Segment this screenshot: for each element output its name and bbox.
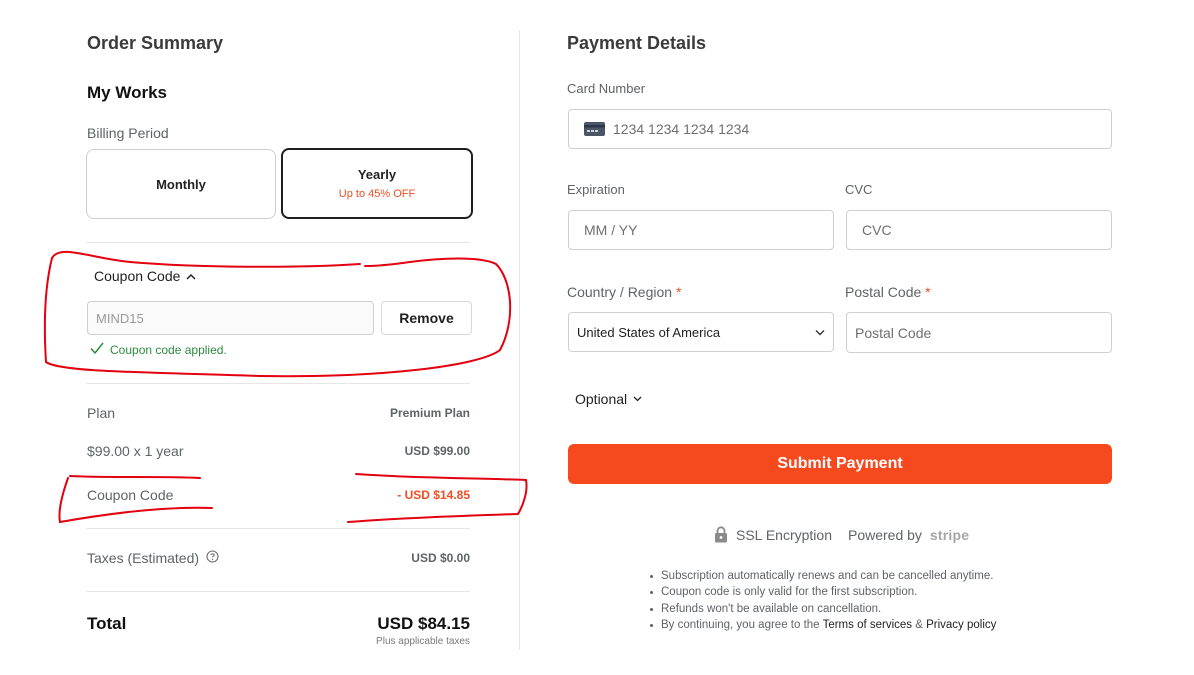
coupon-code-toggle-label: Coupon Code <box>94 268 181 284</box>
coupon-discount-value: - USD $14.85 <box>397 488 470 502</box>
postal-code-placeholder: Postal Code <box>855 324 932 341</box>
coupon-code-input[interactable] <box>87 301 374 335</box>
postal-code-input[interactable]: Postal Code <box>846 312 1112 353</box>
card-number-input[interactable]: 1234 1234 1234 1234 <box>568 109 1112 149</box>
remove-coupon-button[interactable]: Remove <box>381 301 472 335</box>
note-item: Subscription automatically renews and ca… <box>647 568 996 584</box>
lock-icon <box>714 526 728 543</box>
card-number-placeholder: 1234 1234 1234 1234 <box>613 121 750 137</box>
country-label-text: Country / Region <box>567 284 673 300</box>
expiration-input[interactable]: MM / YY <box>568 210 834 250</box>
taxes-label: Taxes (Estimated) <box>87 550 200 566</box>
cvc-input[interactable]: CVC <box>846 210 1112 250</box>
divider <box>86 242 470 243</box>
chevron-up-icon <box>186 268 196 284</box>
country-label: Country / Region * <box>567 284 681 300</box>
divider <box>86 383 470 384</box>
coupon-discount-label: Coupon Code <box>87 487 174 503</box>
coupon-code-toggle[interactable]: Coupon Code <box>94 268 196 284</box>
submit-payment-button[interactable]: Submit Payment <box>568 444 1112 484</box>
product-title: My Works <box>87 83 167 102</box>
price-label: $99.00 x 1 year <box>87 443 184 459</box>
divider <box>86 591 470 592</box>
total-label: Total <box>87 614 127 633</box>
billing-option-yearly[interactable]: Yearly Up to 45% OFF <box>281 148 473 219</box>
terms-notes: Subscription automatically renews and ca… <box>647 568 996 633</box>
plan-label: Plan <box>87 405 116 421</box>
price-value: USD $99.00 <box>404 444 470 458</box>
optional-toggle[interactable]: Optional <box>575 391 642 407</box>
cvc-label: CVC <box>845 182 873 197</box>
coupon-applied-message: Coupon code applied. <box>90 341 227 358</box>
required-mark: * <box>925 284 931 300</box>
taxes-row: Taxes (Estimated) <box>87 550 219 566</box>
expiration-label: Expiration <box>567 182 625 197</box>
checkmark-icon <box>90 341 104 358</box>
terms-of-service-link[interactable]: Terms of services <box>823 619 912 631</box>
billing-option-yearly-label: Yearly <box>357 167 397 182</box>
note-item: Refunds won't be available on cancellati… <box>647 601 996 617</box>
coupon-applied-text: Coupon code applied. <box>110 342 227 357</box>
ssl-label: SSL Encryption <box>736 526 832 543</box>
required-mark: * <box>675 284 682 300</box>
order-summary-title: Order Summary <box>87 33 224 53</box>
help-circle-icon[interactable] <box>206 550 219 566</box>
powered-by-label: Powered by <box>847 526 922 543</box>
chevron-down-icon <box>815 329 825 336</box>
total-note: Plus applicable taxes <box>376 636 470 647</box>
column-separator <box>519 30 520 650</box>
billing-option-monthly-label: Monthly <box>156 176 206 192</box>
optional-toggle-label: Optional <box>575 391 628 407</box>
country-select[interactable]: United States of America <box>568 312 834 352</box>
terms-ampersand: & <box>915 618 923 631</box>
yearly-discount-badge: Up to 45% OFF <box>338 188 416 200</box>
billing-option-monthly[interactable]: Monthly <box>86 149 276 219</box>
expiration-placeholder: MM / YY <box>584 222 638 238</box>
chevron-down-icon <box>633 396 642 402</box>
card-number-label: Card Number <box>567 81 646 96</box>
postal-label: Postal Code * <box>845 284 931 300</box>
stripe-logo: stripe <box>929 526 970 543</box>
country-selected-value: United States of America <box>577 324 721 340</box>
divider <box>86 528 470 529</box>
terms-prefix: By continuing, you agree to the <box>661 618 820 631</box>
taxes-value: USD $0.00 <box>411 551 470 565</box>
payment-details-title: Payment Details <box>567 33 707 53</box>
credit-card-icon <box>584 122 605 136</box>
total-value: USD $84.15 <box>377 614 470 633</box>
note-item: By continuing, you agree to the Terms of… <box>647 617 996 633</box>
privacy-policy-link[interactable]: Privacy policy <box>926 619 996 631</box>
note-item: Coupon code is only valid for the first … <box>647 584 996 600</box>
security-badge: SSL Encryption Powered by stripe <box>714 526 969 543</box>
plan-value: Premium Plan <box>389 406 470 420</box>
billing-period-label: Billing Period <box>87 125 169 141</box>
postal-label-text: Postal Code <box>845 284 922 300</box>
cvc-placeholder: CVC <box>862 222 892 238</box>
